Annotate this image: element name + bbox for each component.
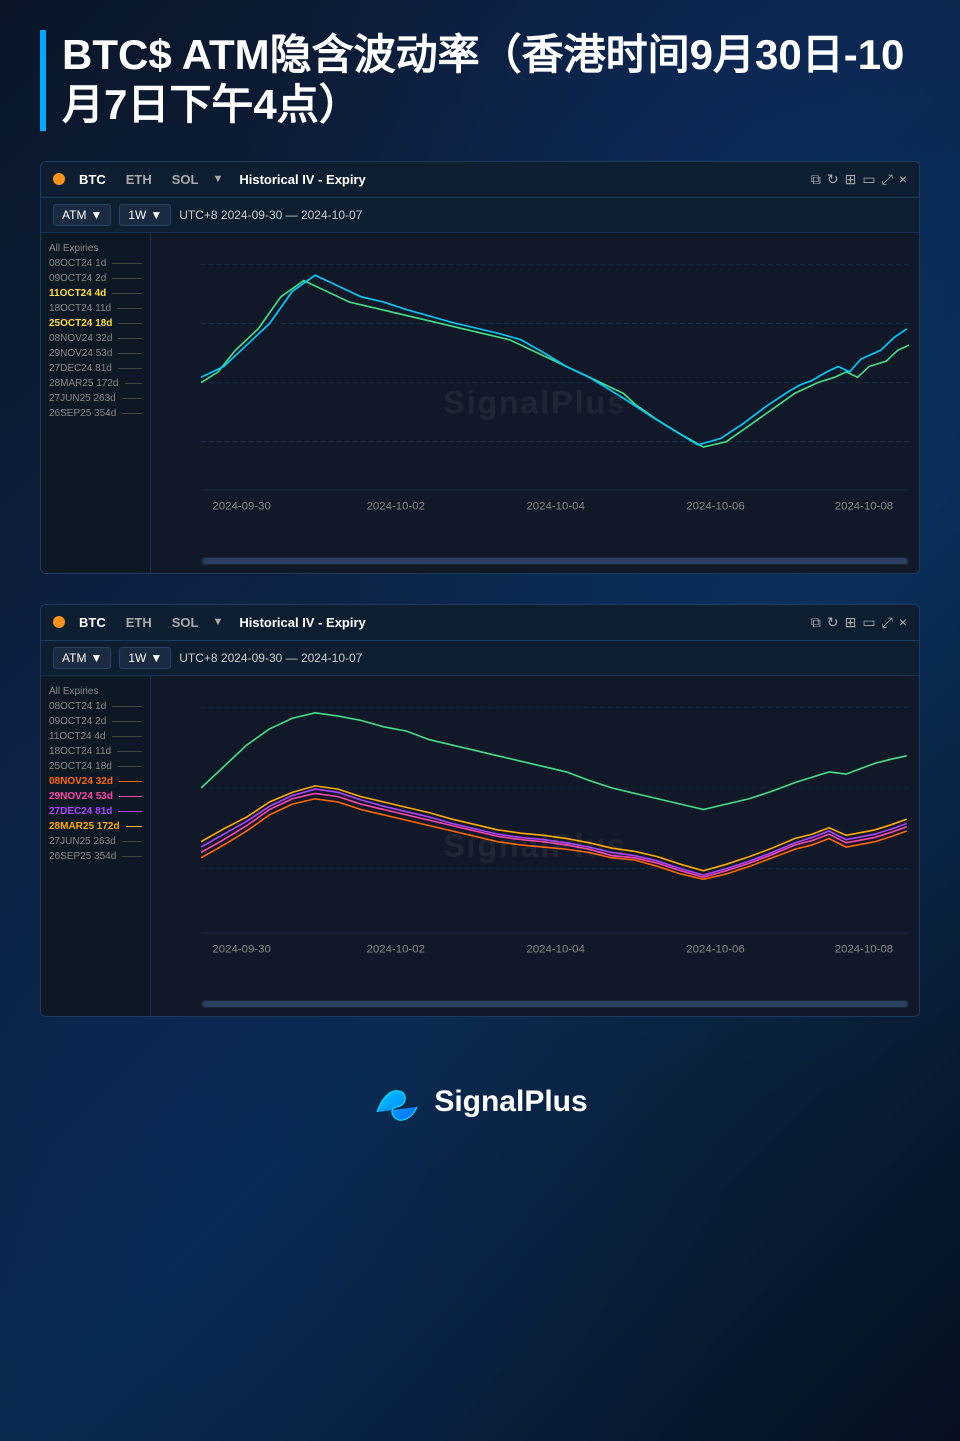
tab-sol-2[interactable]: SOL bbox=[166, 613, 205, 632]
expiry-list-2: All Expiries 08OCT24 1d 09OCT24 2d 11OCT… bbox=[41, 676, 151, 1016]
tab-sol-1[interactable]: SOL bbox=[166, 170, 205, 189]
svg-text:2024-10-02: 2024-10-02 bbox=[367, 943, 425, 955]
tab-dropdown-2[interactable]: ▼ bbox=[212, 616, 223, 628]
panel-header-right-1: ⧉ ↻ ⊞ ▭ ⤢ × bbox=[811, 171, 907, 188]
chart-svg-2: 60.00 58.00 56.00 2024-09-30 2024 bbox=[201, 686, 909, 976]
panel-controls-2: ATM ▼ 1W ▼ UTC+8 2024-09-30 — 2024-10-07 bbox=[41, 641, 919, 676]
expiry-27dec24-2[interactable]: 27DEC24 81d bbox=[45, 804, 146, 819]
copy-icon-1[interactable]: ▭ bbox=[862, 171, 875, 188]
expiry-25oct24-2[interactable]: 25OCT24 18d bbox=[45, 759, 146, 774]
chart-body-1: All Expiries 08OCT24 1d 09OCT24 2d 11OCT… bbox=[41, 233, 919, 573]
scrollbar-2[interactable] bbox=[201, 1000, 909, 1008]
expand-icon-2[interactable]: ⤢ bbox=[882, 614, 893, 631]
expiry-11oct24-2[interactable]: 11OCT24 4d bbox=[45, 729, 146, 744]
1w-button-1[interactable]: 1W ▼ bbox=[119, 204, 171, 226]
expiry-09oct24-1[interactable]: 09OCT24 2d bbox=[45, 271, 146, 286]
logo-text: SignalPlus bbox=[434, 1085, 587, 1119]
chart-body-2: All Expiries 08OCT24 1d 09OCT24 2d 11OCT… bbox=[41, 676, 919, 1016]
svg-text:2024-10-04: 2024-10-04 bbox=[526, 500, 584, 512]
expiry-09oct24-2[interactable]: 09OCT24 2d bbox=[45, 714, 146, 729]
tab-dropdown-1[interactable]: ▼ bbox=[212, 173, 223, 185]
scrollbar-thumb-1 bbox=[203, 558, 907, 564]
svg-text:2024-09-30: 2024-09-30 bbox=[212, 943, 270, 955]
tab-eth-1[interactable]: ETH bbox=[120, 170, 158, 189]
expiry-all-expiries-1[interactable]: All Expiries bbox=[45, 241, 146, 256]
btc-dot-2 bbox=[53, 616, 65, 628]
expiry-25oct24-1[interactable]: 25OCT24 18d bbox=[45, 316, 146, 331]
expand-icon-1[interactable]: ⤢ bbox=[882, 171, 893, 188]
atm-button-1[interactable]: ATM ▼ bbox=[53, 204, 111, 226]
expiry-08nov24-1[interactable]: 08NOV24 32d bbox=[45, 331, 146, 346]
expiry-08oct24-1[interactable]: 08OCT24 1d bbox=[45, 256, 146, 271]
chart-area-1: SignalPlus 50.00 48.00 46.00 44.00 bbox=[151, 233, 919, 573]
tab-btc-1[interactable]: BTC bbox=[73, 170, 112, 189]
tab-btc-2[interactable]: BTC bbox=[73, 613, 112, 632]
1w-dropdown-arrow-1: ▼ bbox=[150, 208, 162, 222]
btc-dot-1 bbox=[53, 173, 65, 185]
expiry-28mar25-1[interactable]: 28MAR25 172d bbox=[45, 376, 146, 391]
expiry-08oct24-2[interactable]: 08OCT24 1d bbox=[45, 699, 146, 714]
panel-header-right-2: ⧉ ↻ ⊞ ▭ ⤢ × bbox=[811, 614, 907, 631]
settings-icon-1[interactable]: ⊞ bbox=[845, 171, 857, 188]
expiry-29nov24-2[interactable]: 29NOV24 53d bbox=[45, 789, 146, 804]
panel-header-2: BTC ETH SOL ▼ Historical IV - Expiry ⧉ ↻… bbox=[41, 605, 919, 641]
expiry-11oct24-1[interactable]: 11OCT24 4d bbox=[45, 286, 146, 301]
close-icon-2[interactable]: × bbox=[899, 614, 907, 630]
panel-header-left-1: BTC ETH SOL ▼ Historical IV - Expiry bbox=[53, 170, 366, 189]
svg-text:2024-10-02: 2024-10-02 bbox=[367, 500, 425, 512]
panel-header-1: BTC ETH SOL ▼ Historical IV - Expiry ⧉ ↻… bbox=[41, 162, 919, 198]
atm-dropdown-arrow-1: ▼ bbox=[90, 208, 102, 222]
expiry-29nov24-1[interactable]: 29NOV24 53d bbox=[45, 346, 146, 361]
chart-title-1: Historical IV - Expiry bbox=[239, 172, 365, 187]
panel-controls-1: ATM ▼ 1W ▼ UTC+8 2024-09-30 — 2024-10-07 bbox=[41, 198, 919, 233]
chart-area-2: SignalPlus 60.00 58.00 56.00 bbox=[151, 676, 919, 1016]
svg-text:2024-10-06: 2024-10-06 bbox=[686, 943, 744, 955]
chart-svg-1: 50.00 48.00 46.00 44.00 2024-09-30 2024-… bbox=[201, 243, 909, 533]
page-container: BTC$ ATM隐含波动率（香港时间9月30日-10月7日下午4点） BTC E… bbox=[0, 0, 960, 1441]
expiry-08nov24-2[interactable]: 08NOV24 32d bbox=[45, 774, 146, 789]
chart-title-2: Historical IV - Expiry bbox=[239, 615, 365, 630]
chart-panel-1: BTC ETH SOL ▼ Historical IV - Expiry ⧉ ↻… bbox=[40, 161, 920, 574]
atm-button-2[interactable]: ATM ▼ bbox=[53, 647, 111, 669]
copy-icon-2[interactable]: ▭ bbox=[862, 614, 875, 631]
page-title: BTC$ ATM隐含波动率（香港时间9月30日-10月7日下午4点） bbox=[40, 30, 920, 131]
expiry-27jun25-1[interactable]: 27JUN25 263d bbox=[45, 391, 146, 406]
refresh-icon-1[interactable]: ↻ bbox=[827, 171, 839, 188]
svg-text:2024-10-04: 2024-10-04 bbox=[526, 943, 584, 955]
signalplus-logo-icon bbox=[372, 1077, 422, 1127]
refresh-icon-2[interactable]: ↻ bbox=[827, 614, 839, 631]
expiry-28mar25-2[interactable]: 28MAR25 172d bbox=[45, 819, 146, 834]
expiry-27jun25-2[interactable]: 27JUN25 263d bbox=[45, 834, 146, 849]
svg-text:2024-10-08: 2024-10-08 bbox=[835, 943, 893, 955]
1w-dropdown-arrow-2: ▼ bbox=[150, 651, 162, 665]
title-section: BTC$ ATM隐含波动率（香港时间9月30日-10月7日下午4点） bbox=[40, 30, 920, 131]
date-range-1: UTC+8 2024-09-30 — 2024-10-07 bbox=[179, 208, 362, 222]
svg-text:2024-10-08: 2024-10-08 bbox=[835, 500, 893, 512]
settings-icon-2[interactable]: ⊞ bbox=[845, 614, 857, 631]
chart-panel-2: BTC ETH SOL ▼ Historical IV - Expiry ⧉ ↻… bbox=[40, 604, 920, 1017]
svg-text:2024-10-06: 2024-10-06 bbox=[686, 500, 744, 512]
expiry-18oct24-1[interactable]: 18OCT24 11d bbox=[45, 301, 146, 316]
svg-text:2024-09-30: 2024-09-30 bbox=[212, 500, 270, 512]
footer-section: SignalPlus bbox=[40, 1047, 920, 1147]
1w-button-2[interactable]: 1W ▼ bbox=[119, 647, 171, 669]
expiry-26sep25-2[interactable]: 26SEP25 354d bbox=[45, 849, 146, 864]
scrollbar-thumb-2 bbox=[203, 1001, 907, 1007]
expiry-18oct24-2[interactable]: 18OCT24 11d bbox=[45, 744, 146, 759]
tab-eth-2[interactable]: ETH bbox=[120, 613, 158, 632]
expiry-27dec24-1[interactable]: 27DEC24 81d bbox=[45, 361, 146, 376]
external-link-icon-2[interactable]: ⧉ bbox=[811, 614, 821, 631]
expiry-26sep25-1[interactable]: 26SEP25 354d bbox=[45, 406, 146, 421]
logo-container: SignalPlus bbox=[372, 1077, 587, 1127]
date-range-2: UTC+8 2024-09-30 — 2024-10-07 bbox=[179, 651, 362, 665]
scrollbar-1[interactable] bbox=[201, 557, 909, 565]
expiry-list-1: All Expiries 08OCT24 1d 09OCT24 2d 11OCT… bbox=[41, 233, 151, 573]
external-link-icon-1[interactable]: ⧉ bbox=[811, 171, 821, 188]
panel-header-left-2: BTC ETH SOL ▼ Historical IV - Expiry bbox=[53, 613, 366, 632]
expiry-all-expiries-2[interactable]: All Expiries bbox=[45, 684, 146, 699]
close-icon-1[interactable]: × bbox=[899, 171, 907, 187]
atm-dropdown-arrow-2: ▼ bbox=[90, 651, 102, 665]
